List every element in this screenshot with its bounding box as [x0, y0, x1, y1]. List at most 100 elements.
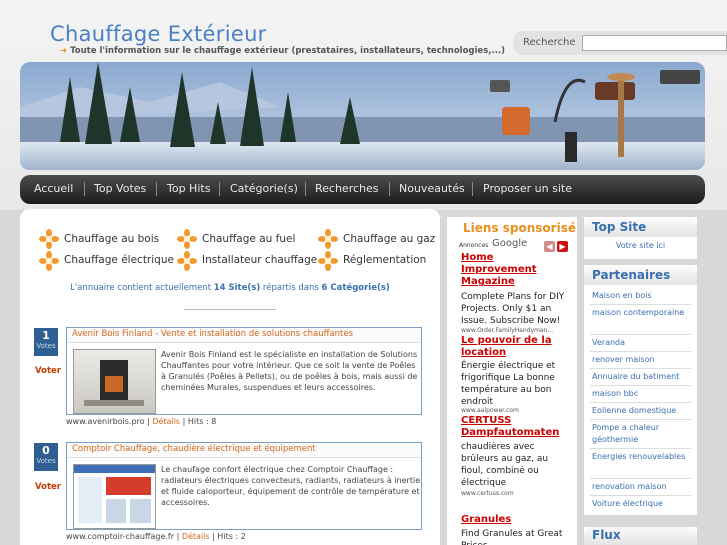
divider: [590, 448, 691, 449]
nav-separator: [84, 182, 85, 196]
nav-separator: [219, 182, 220, 196]
vote-count-box: 1 Votes: [34, 328, 58, 356]
listing-thumbnail[interactable]: [73, 349, 156, 414]
divider: [590, 402, 691, 403]
partner-link[interactable]: Annuaire du batiment: [592, 371, 692, 383]
main-nav: Accueil Top Votes Top Hits Catégorie(s) …: [20, 175, 705, 204]
vote-count: 1: [42, 329, 50, 342]
main-content: Chauffage au bois Chauffage au fuel Chau…: [20, 209, 440, 545]
search-box: Recherche: [513, 31, 727, 55]
chevron-right-icon[interactable]: ▶: [557, 241, 568, 252]
vote-link[interactable]: Voter: [35, 482, 61, 492]
ad-url[interactable]: www.aalpower.com: [461, 407, 519, 414]
partner-link[interactable]: Pompe a chaleur géothermie: [592, 422, 692, 446]
site-count: 14 Site(s): [213, 283, 261, 293]
category-link[interactable]: Chauffage au fuel: [202, 233, 295, 245]
divider: [184, 309, 276, 310]
listing-card: Avenir Bois Finland - Vente et installat…: [66, 327, 422, 415]
listing-url[interactable]: www.avenirbois.pro: [66, 417, 145, 426]
category-count: 6 Catégorie(s): [321, 283, 390, 293]
listing-thumbnail[interactable]: [73, 464, 156, 529]
divider: [590, 351, 691, 352]
search-input[interactable]: [582, 35, 727, 51]
sponsored-title: Liens sponsorisé: [463, 221, 576, 235]
right-sidebar: Top Site Votre site ici Partenaires Mais…: [584, 217, 697, 545]
flower-icon: [39, 229, 59, 249]
details-link[interactable]: Détails: [182, 532, 210, 541]
divider: [590, 478, 691, 479]
vote-link[interactable]: Voter: [35, 366, 61, 376]
ad-title[interactable]: CERTUSS Dampfautomaten: [461, 415, 571, 439]
header-banner: [20, 62, 705, 170]
nav-top-hits[interactable]: Top Hits: [167, 182, 210, 195]
divider: [590, 368, 691, 369]
ad-title[interactable]: Granules: [461, 514, 571, 526]
partner-link[interactable]: Energies renouvelables: [592, 451, 692, 463]
partner-link[interactable]: Eolienne domestique: [592, 405, 692, 417]
ad-title[interactable]: Le pouvoir de la location: [461, 335, 571, 359]
ad-url[interactable]: www.Order.FamilyHandyman...: [461, 327, 553, 334]
google-logo[interactable]: Google: [492, 238, 527, 249]
partner-link[interactable]: maison bbc: [592, 388, 692, 400]
category-link[interactable]: Réglementation: [343, 254, 426, 266]
top-site-box: Top Site Votre site ici: [584, 217, 697, 259]
top-site-link[interactable]: Votre site ici: [584, 240, 697, 252]
partner-link[interactable]: maison contemporaine: [592, 307, 692, 319]
count-prefix: L'annuaire contient actuellement: [70, 283, 212, 293]
category-link[interactable]: Chauffage au bois: [64, 233, 159, 245]
flower-icon: [177, 251, 197, 271]
listing-meta: www.avenirbois.pro | Détails | Hits : 8: [66, 417, 217, 426]
partner-link[interactable]: Maison en bois: [592, 290, 692, 302]
search-label: Recherche: [523, 37, 576, 48]
listing-url[interactable]: www.comptoir-chauffage.fr: [66, 532, 174, 541]
vote-count: 0: [42, 444, 50, 457]
partner-link[interactable]: renover maison: [592, 354, 692, 366]
nav-proposer[interactable]: Proposer un site: [483, 182, 572, 195]
nav-top-votes[interactable]: Top Votes: [94, 182, 146, 195]
divider: [590, 304, 691, 305]
listing-card: Comptoir Chauffage, chaudière électrique…: [66, 442, 422, 530]
nav-recherches[interactable]: Recherches: [315, 182, 379, 195]
nav-accueil[interactable]: Accueil: [34, 182, 73, 195]
nav-nouveautes[interactable]: Nouveautés: [399, 182, 465, 195]
partner-link[interactable]: Voiture électrique: [592, 498, 692, 510]
partners-header: Partenaires: [584, 267, 697, 285]
flower-icon: [177, 229, 197, 249]
chevron-left-icon[interactable]: ◀: [544, 241, 555, 252]
category-link[interactable]: Chauffage électrique: [64, 254, 174, 266]
category-link[interactable]: Installateur chauffage: [202, 254, 317, 266]
partner-link[interactable]: renovation maison: [592, 481, 692, 493]
nav-separator: [389, 182, 390, 196]
divider: [590, 495, 691, 496]
flower-icon: [318, 229, 338, 249]
category-link[interactable]: Chauffage au gaz: [343, 233, 435, 245]
nav-separator: [472, 182, 473, 196]
listing-title[interactable]: Comptoir Chauffage, chaudière électrique…: [67, 443, 421, 458]
partner-link[interactable]: Veranda: [592, 337, 692, 349]
vote-label: Votes: [36, 457, 56, 465]
sponsored-links: Liens sponsorisé Annonces Google ◀ ▶ Hom…: [447, 217, 577, 545]
listing-description: Le chaufage confort électrique chez Comp…: [161, 465, 421, 507]
site-title[interactable]: Chauffage Extérieur: [50, 22, 267, 46]
flux-header: Flux: [584, 527, 697, 545]
nav-separator: [305, 182, 306, 196]
ad-url[interactable]: www.certuss.com: [461, 490, 514, 497]
flux-box: Flux: [584, 527, 697, 545]
ad-description: Find Granules at Great Prices: [461, 529, 563, 545]
nav-categories[interactable]: Catégorie(s): [230, 182, 298, 195]
ad-description: Complete Plans for DIY Projects. Only $1…: [461, 292, 565, 326]
ad-title[interactable]: Home Improvement Magazine: [461, 252, 571, 288]
ad-description: chaudières avec brûleurs au gaz, au fiou…: [461, 442, 549, 488]
listing-title[interactable]: Avenir Bois Finland - Vente et installat…: [67, 328, 421, 343]
hits-count: Hits : 2: [217, 532, 246, 541]
listing-description: Avenir Bois Finland est le spécialiste e…: [161, 350, 418, 392]
nav-separator: [156, 182, 157, 196]
details-link[interactable]: Détails: [152, 417, 180, 426]
flux-title: Flux: [592, 528, 621, 542]
flower-icon: [39, 251, 59, 271]
flower-icon: [318, 251, 338, 271]
divider: [590, 385, 691, 386]
top-site-title: Top Site: [592, 220, 647, 234]
ads-label[interactable]: Annonces: [459, 242, 488, 249]
hits-count: Hits : 8: [187, 417, 217, 426]
